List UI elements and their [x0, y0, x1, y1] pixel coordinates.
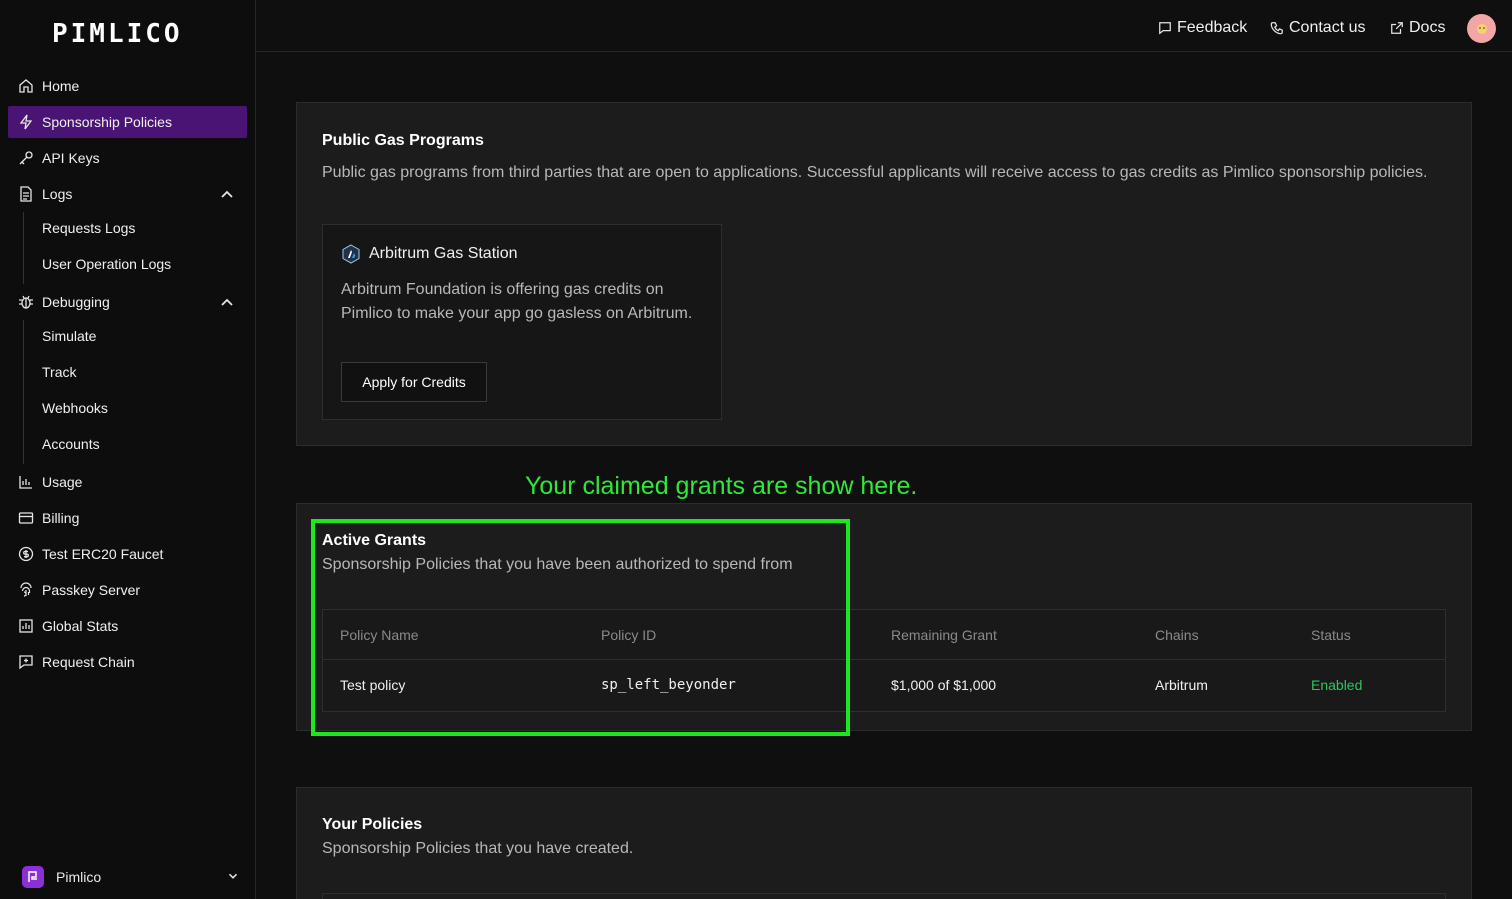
sidebar: PIMLICO Home Sponsorship Policies API Ke…: [0, 0, 256, 899]
feedback-link[interactable]: Feedback: [1158, 16, 1247, 40]
nav-test-erc20-faucet[interactable]: Test ERC20 Faucet: [8, 538, 247, 570]
cell-chains: Arbitrum: [1155, 677, 1208, 693]
nav-passkey-server[interactable]: Passkey Server: [8, 574, 247, 606]
nav-webhooks[interactable]: Webhooks: [34, 392, 108, 424]
highlight-box: [311, 519, 850, 736]
nav-usage[interactable]: Usage: [8, 466, 247, 498]
stats-icon: [18, 618, 34, 634]
nav-global-stats[interactable]: Global Stats: [8, 610, 247, 642]
nav-billing-label: Billing: [42, 510, 80, 526]
program-description: Arbitrum Foundation is offering gas cred…: [341, 281, 693, 322]
program-title-row: Arbitrum Gas Station: [341, 244, 518, 264]
bar-chart-icon: [18, 474, 34, 490]
feedback-label: Feedback: [1177, 19, 1248, 36]
debugging-sub-line: [23, 320, 24, 464]
nav-global-stats-label: Global Stats: [42, 618, 119, 634]
your-policies-description: Sponsorship Policies that you have creat…: [322, 840, 634, 857]
nav-accounts[interactable]: Accounts: [34, 428, 100, 460]
col-chains[interactable]: Chains: [1155, 627, 1199, 643]
your-policies-title: Your Policies: [322, 816, 423, 833]
lightning-icon: [18, 114, 34, 130]
nav-home-label: Home: [42, 78, 80, 94]
public-gas-programs-title: Public Gas Programs: [322, 132, 484, 149]
avatar-face-icon: [1476, 23, 1487, 34]
phone-icon: [1270, 22, 1283, 35]
external-link-icon: [1391, 22, 1403, 34]
nav-api-keys[interactable]: API Keys: [8, 142, 247, 174]
credit-card-icon: [18, 510, 34, 526]
nav-sponsorship-policies[interactable]: Sponsorship Policies: [8, 106, 247, 138]
logs-sub-line: [23, 212, 24, 284]
nav-debugging[interactable]: Debugging: [8, 286, 247, 318]
nav-api-keys-label: API Keys: [42, 150, 100, 166]
key-icon: [18, 150, 34, 166]
nav-billing[interactable]: Billing: [8, 502, 247, 534]
pimlico-logo[interactable]: PIMLICO: [52, 21, 183, 47]
app-root: PIMLICO Home Sponsorship Policies API Ke…: [0, 0, 1512, 899]
nav-simulate[interactable]: Simulate: [34, 320, 96, 352]
nav-request-chain[interactable]: Request Chain: [8, 646, 247, 678]
nav-user-operation-logs[interactable]: User Operation Logs: [34, 248, 171, 280]
nav-passkey-label: Passkey Server: [42, 582, 141, 598]
nav-faucet-label: Test ERC20 Faucet: [42, 546, 164, 562]
org-logo-icon: [22, 866, 44, 888]
nav-track[interactable]: Track: [34, 356, 76, 388]
document-icon: [18, 186, 34, 202]
chevron-down-icon: [228, 873, 238, 879]
nav-request-chain-label: Request Chain: [42, 654, 135, 670]
cell-remaining-grant: $1,000 of $1,000: [891, 677, 997, 693]
user-avatar[interactable]: [1467, 14, 1496, 43]
your-policies-card: Your Policies Sponsorship Policies that …: [296, 787, 1472, 899]
nav-logs-label: Logs: [42, 186, 73, 202]
public-gas-programs-description: Public gas programs from third parties t…: [322, 164, 1428, 181]
docs-label: Docs: [1409, 19, 1446, 36]
top-header: Feedback Contact us Docs: [256, 0, 1512, 52]
contact-link[interactable]: Contact us: [1270, 16, 1365, 40]
docs-link[interactable]: Docs: [1390, 16, 1445, 40]
message-icon: [1159, 22, 1171, 35]
nav-sponsorship-label: Sponsorship Policies: [42, 114, 172, 130]
contact-label: Contact us: [1289, 19, 1366, 36]
public-gas-programs-card: Public Gas Programs Public gas programs …: [296, 102, 1472, 446]
program-name: Arbitrum Gas Station: [369, 245, 518, 262]
org-name: Pimlico: [56, 869, 102, 885]
apply-for-credits-button[interactable]: Apply for Credits: [341, 362, 487, 402]
arbitrum-program-card: Arbitrum Gas Station Arbitrum Foundation…: [322, 224, 722, 420]
chevron-up-icon[interactable]: [219, 294, 235, 310]
nav-logs[interactable]: Logs: [8, 178, 247, 210]
claimed-grants-annotation: Your claimed grants are show here.: [525, 472, 918, 500]
dollar-circle-icon: [18, 546, 34, 562]
nav-usage-label: Usage: [42, 474, 83, 490]
nav-home[interactable]: Home: [8, 70, 247, 102]
status-badge: Enabled: [1311, 677, 1363, 693]
col-remaining-grant[interactable]: Remaining Grant: [891, 627, 997, 643]
nav-debugging-label: Debugging: [42, 294, 110, 310]
col-status[interactable]: Status: [1311, 627, 1351, 643]
message-plus-icon: [18, 654, 34, 670]
nav-requests-logs[interactable]: Requests Logs: [34, 212, 135, 244]
org-switcher[interactable]: Pimlico: [22, 864, 242, 890]
home-icon: [18, 78, 34, 94]
your-policies-table: [322, 893, 1446, 899]
chevron-up-icon[interactable]: [219, 186, 235, 202]
arbitrum-logo-icon: [342, 244, 360, 264]
bug-icon: [18, 294, 34, 310]
fingerprint-icon: [18, 582, 34, 598]
